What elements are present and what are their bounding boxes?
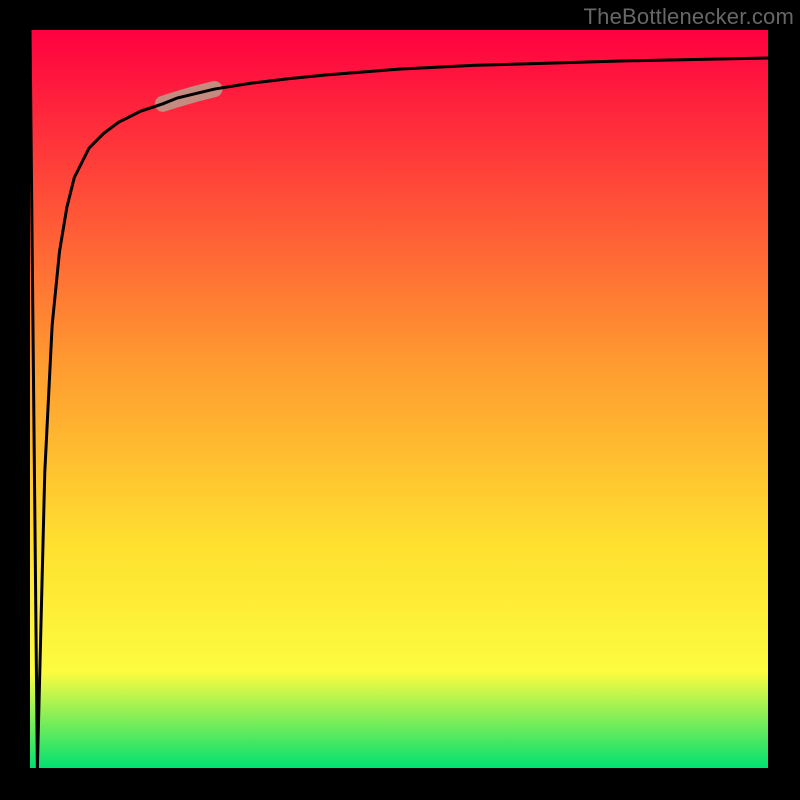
plot-area <box>30 30 768 768</box>
chart-svg <box>0 0 800 800</box>
attribution-label: TheBottlenecker.com <box>584 4 794 30</box>
chart-container: TheBottlenecker.com <box>0 0 800 800</box>
